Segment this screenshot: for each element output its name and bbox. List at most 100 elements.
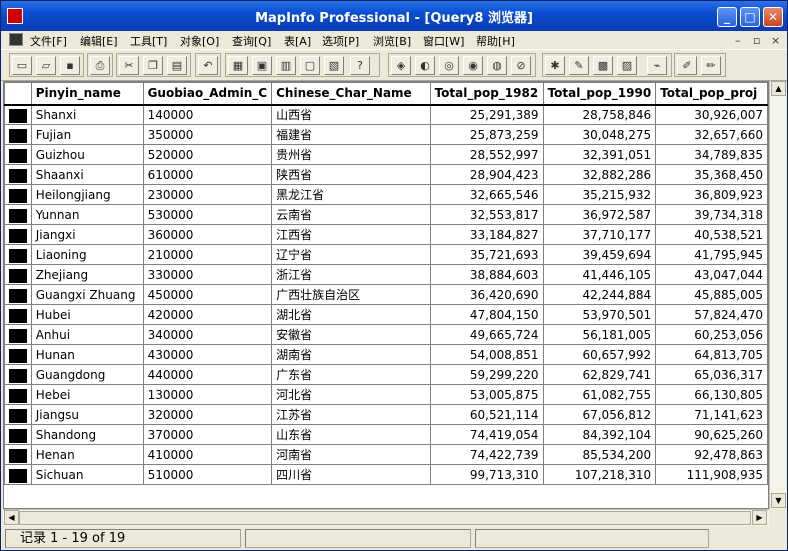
row-selector[interactable] — [4, 264, 32, 285]
table-cell[interactable]: 浙江省 — [271, 264, 431, 285]
table-cell[interactable]: 32,657,660 — [655, 124, 768, 145]
table-cell[interactable]: 66,130,805 — [655, 384, 768, 405]
table-cell[interactable]: 370000 — [142, 424, 273, 445]
row-selector[interactable] — [4, 384, 32, 405]
table-cell[interactable]: 陕西省 — [271, 164, 431, 185]
table-cell[interactable]: 广西壮族自治区 — [271, 284, 431, 305]
table-cell[interactable]: Guizhou — [30, 144, 144, 165]
graph-icon[interactable]: ▥ — [276, 56, 296, 75]
table-cell[interactable]: 广东省 — [271, 364, 431, 385]
pen-icon[interactable]: ✐ — [677, 56, 697, 75]
menu-options[interactable]: 选项[P] — [322, 33, 359, 49]
open-icon[interactable]: ▱ — [36, 56, 56, 75]
menu-table[interactable]: 表[A] — [284, 33, 311, 49]
table-cell[interactable]: 42,244,884 — [542, 284, 657, 305]
table-cell[interactable]: 25,291,389 — [429, 104, 544, 125]
cut-icon[interactable]: ✂ — [119, 56, 139, 75]
menu-file[interactable]: 文件[F] — [30, 33, 67, 49]
table-cell[interactable]: 74,422,739 — [429, 444, 544, 465]
table-cell[interactable]: 云南省 — [271, 204, 431, 225]
table-cell[interactable]: 41,446,105 — [542, 264, 657, 285]
table-cell[interactable]: 53,970,501 — [542, 304, 657, 325]
row-selector[interactable] — [4, 144, 32, 165]
table-cell[interactable]: Hubei — [30, 304, 144, 325]
column-header[interactable]: Total_pop_1990 — [542, 82, 657, 106]
tile-icon[interactable]: ▩ — [593, 56, 613, 75]
browser-icon[interactable]: ▦ — [228, 56, 248, 75]
table-cell[interactable]: 47,804,150 — [429, 304, 544, 325]
table-row[interactable]: Guangxi Zhuang 450000 广西壮族自治区 36,420,690 42,… — [4, 284, 768, 305]
paste-icon[interactable]: ▤ — [167, 56, 187, 75]
table-cell[interactable]: 山西省 — [271, 104, 431, 125]
close-button[interactable]: ✕ — [763, 7, 783, 27]
column-header[interactable]: Chinese_Char_Name — [271, 82, 431, 106]
menu-window[interactable]: 窗口[W] — [423, 33, 464, 49]
save-icon[interactable]: ▪ — [60, 56, 80, 75]
table-row[interactable]: Heilongjiang 230000 黑龙江省 32,665,546 35,215,9… — [4, 184, 768, 205]
table-cell[interactable]: 67,056,812 — [542, 404, 657, 425]
table-cell[interactable]: Guangxi Zhuang — [30, 284, 144, 305]
table-row[interactable]: Henan 410000 河南省 74,422,739 85,534,200 92,478… — [4, 444, 768, 465]
table-cell[interactable]: 30,926,007 — [655, 104, 768, 125]
new-icon[interactable]: ▭ — [12, 56, 32, 75]
table-row[interactable]: Guizhou 520000 贵州省 28,552,997 32,391,051 34,7… — [4, 144, 768, 165]
table-cell[interactable]: 35,215,932 — [542, 184, 657, 205]
table-cell[interactable]: 92,478,863 — [655, 444, 768, 465]
hotlink-icon[interactable]: ◎ — [439, 56, 459, 75]
table-cell[interactable]: 130000 — [142, 384, 273, 405]
row-selector[interactable] — [4, 204, 32, 225]
row-selector[interactable] — [4, 444, 32, 465]
table-cell[interactable]: 39,459,694 — [542, 244, 657, 265]
table-cell[interactable]: Shanxi — [30, 104, 144, 125]
row-selector[interactable] — [4, 184, 32, 205]
table-cell[interactable]: Guangdong — [30, 364, 144, 385]
row-selector[interactable] — [4, 364, 32, 385]
info-tool-icon[interactable]: ◐ — [415, 56, 435, 75]
table-row[interactable]: Guangdong 440000 广东省 59,299,220 62,829,741 65… — [4, 364, 768, 385]
row-selector[interactable] — [4, 324, 32, 345]
row-selector[interactable] — [4, 244, 32, 265]
horizontal-scrollbar[interactable]: ◀ ▶ — [3, 509, 769, 526]
layout-icon[interactable]: ▢ — [300, 56, 320, 75]
table-cell[interactable]: 四川省 — [271, 464, 431, 485]
table-cell[interactable]: 85,534,200 — [542, 444, 657, 465]
table-cell[interactable]: 湖南省 — [271, 344, 431, 365]
table-cell[interactable]: 140000 — [142, 104, 273, 125]
map-icon[interactable]: ▣ — [252, 56, 272, 75]
table-cell[interactable]: 57,824,470 — [655, 304, 768, 325]
table-cell[interactable]: 35,721,693 — [429, 244, 544, 265]
table-cell[interactable]: 61,082,755 — [542, 384, 657, 405]
table-cell[interactable]: Jiangxi — [30, 224, 144, 245]
run-program-icon[interactable]: ✱ — [545, 56, 565, 75]
table-row[interactable]: Anhui 340000 安徽省 49,665,724 56,181,005 60,253… — [4, 324, 768, 345]
title-bar[interactable]: MapInfo Professional - [Query8 浏览器] _ □ … — [1, 1, 787, 31]
menu-objects[interactable]: 对象[O] — [180, 33, 219, 49]
table-cell[interactable]: 90,625,260 — [655, 424, 768, 445]
table-cell[interactable]: 65,036,317 — [655, 364, 768, 385]
menu-help[interactable]: 帮助[H] — [476, 33, 515, 49]
menu-browse[interactable]: 浏览[B] — [373, 33, 411, 49]
table-cell[interactable]: 230000 — [142, 184, 273, 205]
menu-tools[interactable]: 工具[T] — [130, 33, 167, 49]
table-cell[interactable]: 107,218,310 — [542, 464, 657, 485]
table-cell[interactable]: 84,392,104 — [542, 424, 657, 445]
table-cell[interactable]: 28,758,846 — [542, 104, 657, 125]
layer-control-icon[interactable]: ◈ — [391, 56, 411, 75]
table-cell[interactable]: Shaanxi — [30, 164, 144, 185]
table-cell[interactable]: Fujian — [30, 124, 144, 145]
table-cell[interactable]: 36,972,587 — [542, 204, 657, 225]
table-cell[interactable]: 49,665,724 — [429, 324, 544, 345]
table-row[interactable]: Hubei 420000 湖北省 47,804,150 53,970,501 57,824… — [4, 304, 768, 325]
table-cell[interactable]: 32,553,817 — [429, 204, 544, 225]
table-cell[interactable]: Henan — [30, 444, 144, 465]
table-cell[interactable]: 430000 — [142, 344, 273, 365]
table-cell[interactable]: 河南省 — [271, 444, 431, 465]
mdi-minimize-button[interactable]: – — [735, 34, 741, 47]
row-selector[interactable] — [4, 404, 32, 425]
help-pointer-icon[interactable]: ? — [350, 56, 370, 75]
column-header[interactable]: Pinyin_name — [30, 82, 144, 106]
table-cell[interactable]: Hunan — [30, 344, 144, 365]
table-cell[interactable]: 530000 — [142, 204, 273, 225]
vertical-scrollbar[interactable]: ▲ ▼ — [769, 81, 786, 509]
row-selector[interactable] — [4, 164, 32, 185]
